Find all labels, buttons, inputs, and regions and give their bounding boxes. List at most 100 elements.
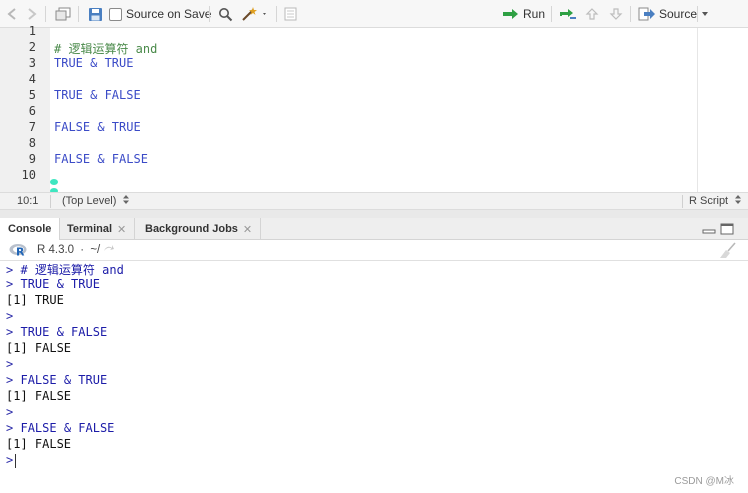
console-input-line: > [6,309,13,323]
go-down-icon[interactable] [609,5,623,23]
line-number: 10 [21,168,36,182]
search-icon[interactable] [218,5,233,23]
maximize-pane-icon[interactable] [720,223,734,238]
source-on-save-checkbox[interactable] [109,7,122,21]
prompt: > [6,277,14,291]
svg-text:R: R [16,246,25,258]
updown-chevron-icon [735,195,742,204]
go-up-icon[interactable] [585,5,599,23]
console-input-text: FALSE & FALSE [20,421,115,435]
forward-icon[interactable] [24,5,38,23]
console-input-text: TRUE & FALSE [20,325,108,339]
prompt: > [6,373,14,387]
console-output-line: [1] FALSE [6,437,72,451]
console-input-line: > [6,357,13,371]
source-button[interactable]: Source [638,5,697,23]
source-dropdown-chevron-icon[interactable] [701,5,709,23]
cursor-position: 10:1 [17,195,39,207]
console-tab-bar: Console Terminal ✕ Background Jobs ✕ [0,218,748,240]
line-number: 8 [28,136,36,150]
tab-terminal[interactable]: Terminal ✕ [59,218,136,240]
save-icon[interactable] [88,5,103,23]
line-number: 7 [28,120,36,134]
toolbar-divider [78,6,79,22]
toolbar-divider [276,6,277,22]
console-input-line: > FALSE & FALSE [6,421,114,435]
updown-chevron-icon [123,195,130,204]
console-input-line: > FALSE & TRUE [6,373,107,387]
tab-terminal-label: Terminal [67,223,113,235]
line-number: 6 [28,104,36,118]
source-on-save-label: Source on Save [126,7,212,21]
console-header: R R 4.3.0 · ~/ [0,240,748,261]
editor-toolbar: Source on Save Run Source [0,0,748,28]
source-label: Source [659,7,698,21]
line-number: 4 [28,72,36,86]
file-type-selector[interactable]: R Script [689,195,742,207]
console-input-line: > # 逻辑运算符 and [6,261,124,278]
line-number: 9 [28,152,36,166]
scope-selector[interactable]: (Top Level) [62,195,130,207]
toolbar-divider [45,6,46,22]
line-number: 3 [28,56,36,70]
code-editor[interactable]: 1 2 3 4 5 6 7 8 9 10 # 逻辑运算符 and TRUE & … [0,24,748,194]
console-prompt-line[interactable]: > [6,453,17,468]
console-output[interactable]: > # 逻辑运算符 and > TRUE & TRUE [1] TRUE > >… [0,261,748,493]
console-output-line: [1] FALSE [6,341,72,355]
console-input-line: > TRUE & FALSE [6,325,107,339]
console-output-line: [1] FALSE [6,389,72,403]
run-button[interactable]: Run [502,5,545,23]
scope-label: (Top Level) [62,195,117,207]
watermark: CSDN @M冰 [674,476,734,487]
toolbar-divider [697,6,698,22]
cursor-line-marker [50,179,58,185]
console-input-text: # 逻辑运算符 and [20,263,124,277]
working-directory[interactable]: ~/ [90,244,100,256]
editor-status-bar: 10:1 (Top Level) R Script [0,192,748,210]
clear-console-broom-icon[interactable] [718,242,738,262]
toolbar-divider [551,6,552,22]
prompt: > [6,405,14,419]
r-version-path: R 4.3.0 · ~/ [37,244,115,256]
back-icon[interactable] [6,5,20,23]
code-line[interactable]: FALSE & TRUE [54,120,141,134]
console-input-line: > [6,405,13,419]
r-version: R 4.3.0 [37,244,75,256]
prompt: > [6,325,14,339]
print-margin [697,28,698,192]
code-tools-wand-icon[interactable] [241,5,267,23]
code-line[interactable]: FALSE & FALSE [54,152,148,166]
prompt: > [6,309,14,323]
minimize-pane-icon[interactable] [702,223,716,238]
run-arrow-icon [503,9,518,19]
source-on-save-toggle[interactable]: Source on Save [109,5,211,23]
console-output-line: [1] TRUE [6,293,64,307]
close-icon[interactable]: ✕ [243,223,252,236]
go-to-directory-icon[interactable] [103,244,115,253]
pane-splitter[interactable] [0,210,748,218]
tab-background-jobs[interactable]: Background Jobs ✕ [137,218,262,240]
status-divider [50,195,51,208]
code-line-comment[interactable]: # 逻辑运算符 and [54,40,157,57]
line-number: 1 [28,24,36,38]
tab-console-label: Console [8,223,52,235]
document-outline-icon[interactable] [284,5,297,23]
show-in-window-icon[interactable] [55,5,71,23]
source-arrow-icon [638,7,655,21]
code-line[interactable]: TRUE & TRUE [54,56,133,70]
run-label: Run [523,7,546,21]
text-cursor [15,453,17,468]
tab-background-jobs-label: Background Jobs [145,223,238,235]
file-type-label: R Script [689,195,729,207]
close-icon[interactable]: ✕ [117,223,126,236]
separator-dot: · [80,244,85,256]
toolbar-divider [209,6,210,22]
prompt: > [6,421,14,435]
tab-console[interactable]: Console [0,218,61,240]
prompt: > [6,357,14,371]
code-line[interactable]: TRUE & FALSE [54,88,141,102]
rerun-icon[interactable] [558,5,578,23]
toolbar-divider [630,6,631,22]
prompt: > [6,263,14,277]
line-number: 5 [28,88,36,102]
